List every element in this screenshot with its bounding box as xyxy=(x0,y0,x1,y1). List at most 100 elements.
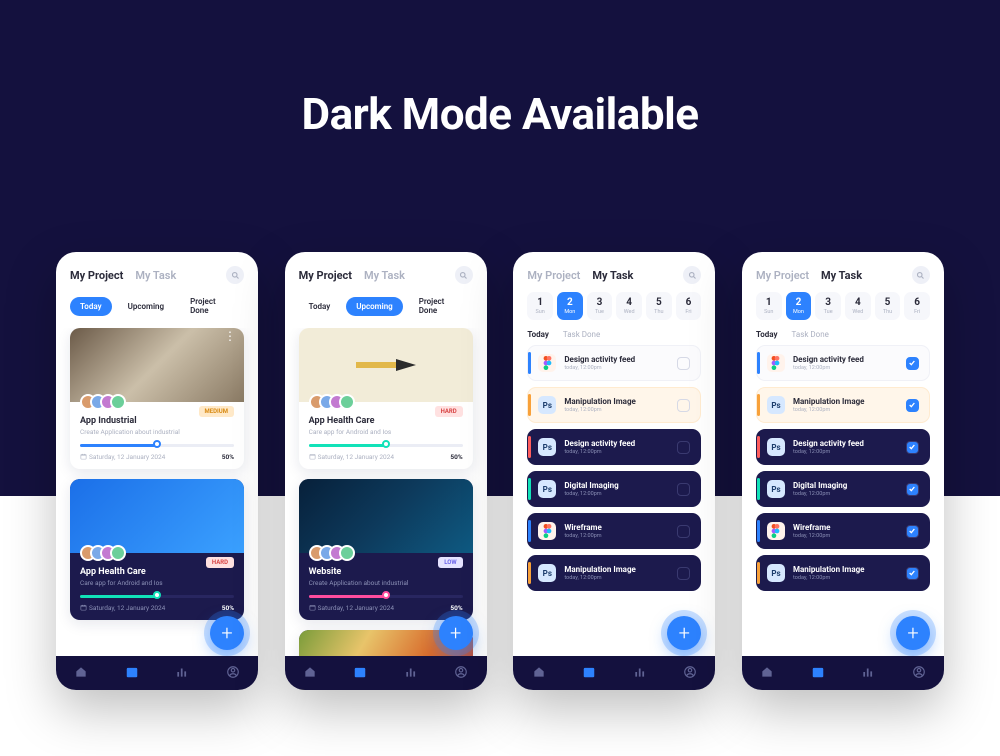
task-row[interactable]: Design activity feedtoday, 12:00pm xyxy=(527,345,701,381)
add-button[interactable]: + xyxy=(896,616,930,650)
tab-my-project[interactable]: My Project xyxy=(527,269,580,282)
tab-my-project[interactable]: My Project xyxy=(299,269,352,282)
filter-today[interactable]: Today xyxy=(70,297,112,316)
tab-my-task[interactable]: My Task xyxy=(135,269,176,282)
subtab-done[interactable]: Task Done xyxy=(792,330,829,339)
nav-calendar-icon[interactable] xyxy=(811,664,825,683)
nav-stats-icon[interactable] xyxy=(861,664,875,683)
date-cell[interactable]: 2Mon xyxy=(786,292,812,320)
add-button[interactable]: + xyxy=(439,616,473,650)
tab-my-task[interactable]: My Task xyxy=(364,269,405,282)
progress-pct: 50% xyxy=(450,604,462,612)
tab-my-project[interactable]: My Project xyxy=(756,269,809,282)
difficulty-badge: MEDIUM xyxy=(199,406,235,417)
date-cell[interactable]: 6Fri xyxy=(676,292,702,320)
screen-project-today: My Project My Task Today Upcoming Projec… xyxy=(56,252,258,690)
checkbox[interactable] xyxy=(906,399,919,412)
date-cell[interactable]: 5Thu xyxy=(875,292,901,320)
bottom-nav xyxy=(285,656,487,690)
project-card[interactable]: HARD App Health Care Care app for Androi… xyxy=(299,328,473,469)
search-icon[interactable] xyxy=(226,266,244,284)
difficulty-badge: HARD xyxy=(435,406,463,417)
nav-calendar-icon[interactable] xyxy=(582,664,596,683)
checkbox[interactable] xyxy=(677,357,690,370)
checkbox[interactable] xyxy=(906,525,919,538)
task-row[interactable]: PsDesign activity feedtoday, 12:00pm xyxy=(756,429,930,465)
date-cell[interactable]: 5Thu xyxy=(646,292,672,320)
more-icon[interactable]: ⋮ xyxy=(224,334,236,338)
nav-calendar-icon[interactable] xyxy=(125,664,139,683)
filter-upcoming[interactable]: Upcoming xyxy=(118,297,175,316)
task-row[interactable]: Wireframetoday, 12:00pm xyxy=(527,513,701,549)
filter-done[interactable]: Project Done xyxy=(180,292,244,320)
checkbox[interactable] xyxy=(677,441,690,454)
screen-project-upcoming: My Project My Task Today Upcoming Projec… xyxy=(285,252,487,690)
date-cell[interactable]: 6Fri xyxy=(904,292,930,320)
nav-profile-icon[interactable] xyxy=(683,664,697,683)
task-row[interactable]: PsDigital Imagingtoday, 12:00pm xyxy=(756,471,930,507)
bottom-nav xyxy=(742,656,944,690)
nav-home-icon[interactable] xyxy=(303,664,317,683)
figma-icon xyxy=(538,522,556,540)
task-row[interactable]: Wireframetoday, 12:00pm xyxy=(756,513,930,549)
task-row[interactable]: Design activity feedtoday, 12:00pm xyxy=(756,345,930,381)
project-card[interactable]: HARD App Health Care Care app for Androi… xyxy=(70,479,244,620)
project-name: App Health Care xyxy=(309,416,463,426)
subtab-done[interactable]: Task Done xyxy=(563,330,600,339)
date-cell[interactable]: 4Wed xyxy=(616,292,642,320)
date-cell[interactable]: 1Sun xyxy=(527,292,553,320)
project-desc: Create Application about industrial xyxy=(80,428,234,436)
photoshop-icon: Ps xyxy=(767,438,785,456)
task-row[interactable]: PsDesign activity feedtoday, 12:00pm xyxy=(527,429,701,465)
project-card[interactable]: ⋮ MEDIUM App Industrial Create Applicati… xyxy=(70,328,244,469)
nav-stats-icon[interactable] xyxy=(404,664,418,683)
search-icon[interactable] xyxy=(455,266,473,284)
tab-my-task[interactable]: My Task xyxy=(592,269,633,282)
date-cell[interactable]: 2Mon xyxy=(557,292,583,320)
filter-done[interactable]: Project Done xyxy=(409,292,473,320)
search-icon[interactable] xyxy=(912,266,930,284)
tab-my-task[interactable]: My Task xyxy=(821,269,862,282)
task-row[interactable]: PsManipulation Imagetoday, 12:00pm xyxy=(527,387,701,423)
checkbox[interactable] xyxy=(906,483,919,496)
checkbox[interactable] xyxy=(906,441,919,454)
photoshop-icon: Ps xyxy=(767,480,785,498)
nav-profile-icon[interactable] xyxy=(454,664,468,683)
add-button[interactable]: + xyxy=(210,616,244,650)
task-row[interactable]: PsManipulation Imagetoday, 12:00pm xyxy=(756,555,930,591)
nav-profile-icon[interactable] xyxy=(226,664,240,683)
nav-home-icon[interactable] xyxy=(532,664,546,683)
checkbox[interactable] xyxy=(677,525,690,538)
date-cell[interactable]: 4Wed xyxy=(845,292,871,320)
progress-pct: 50% xyxy=(450,453,462,461)
search-icon[interactable] xyxy=(683,266,701,284)
nav-profile-icon[interactable] xyxy=(912,664,926,683)
checkbox[interactable] xyxy=(677,567,690,580)
task-row[interactable]: PsManipulation Imagetoday, 12:00pm xyxy=(756,387,930,423)
project-name: App Industrial xyxy=(80,416,234,426)
project-desc: Care app for Android and Ios xyxy=(80,579,234,587)
nav-home-icon[interactable] xyxy=(74,664,88,683)
progress-pct: 50% xyxy=(222,604,234,612)
nav-stats-icon[interactable] xyxy=(175,664,189,683)
subtab-today[interactable]: Today xyxy=(756,330,778,339)
tab-my-project[interactable]: My Project xyxy=(70,269,123,282)
date-cell[interactable]: 1Sun xyxy=(756,292,782,320)
checkbox[interactable] xyxy=(906,567,919,580)
checkbox[interactable] xyxy=(677,399,690,412)
filter-upcoming[interactable]: Upcoming xyxy=(346,297,403,316)
task-row[interactable]: PsManipulation Imagetoday, 12:00pm xyxy=(527,555,701,591)
project-desc: Care app for Android and Ios xyxy=(309,428,463,436)
nav-stats-icon[interactable] xyxy=(633,664,647,683)
date-cell[interactable]: 3Tue xyxy=(587,292,613,320)
nav-calendar-icon[interactable] xyxy=(353,664,367,683)
task-row[interactable]: PsDigital Imagingtoday, 12:00pm xyxy=(527,471,701,507)
checkbox[interactable] xyxy=(677,483,690,496)
project-name: App Health Care xyxy=(80,567,234,577)
date-cell[interactable]: 3Tue xyxy=(815,292,841,320)
project-card[interactable]: LOW Website Create Application about ind… xyxy=(299,479,473,620)
subtab-today[interactable]: Today xyxy=(527,330,549,339)
filter-today[interactable]: Today xyxy=(299,297,341,316)
checkbox[interactable] xyxy=(906,357,919,370)
nav-home-icon[interactable] xyxy=(760,664,774,683)
